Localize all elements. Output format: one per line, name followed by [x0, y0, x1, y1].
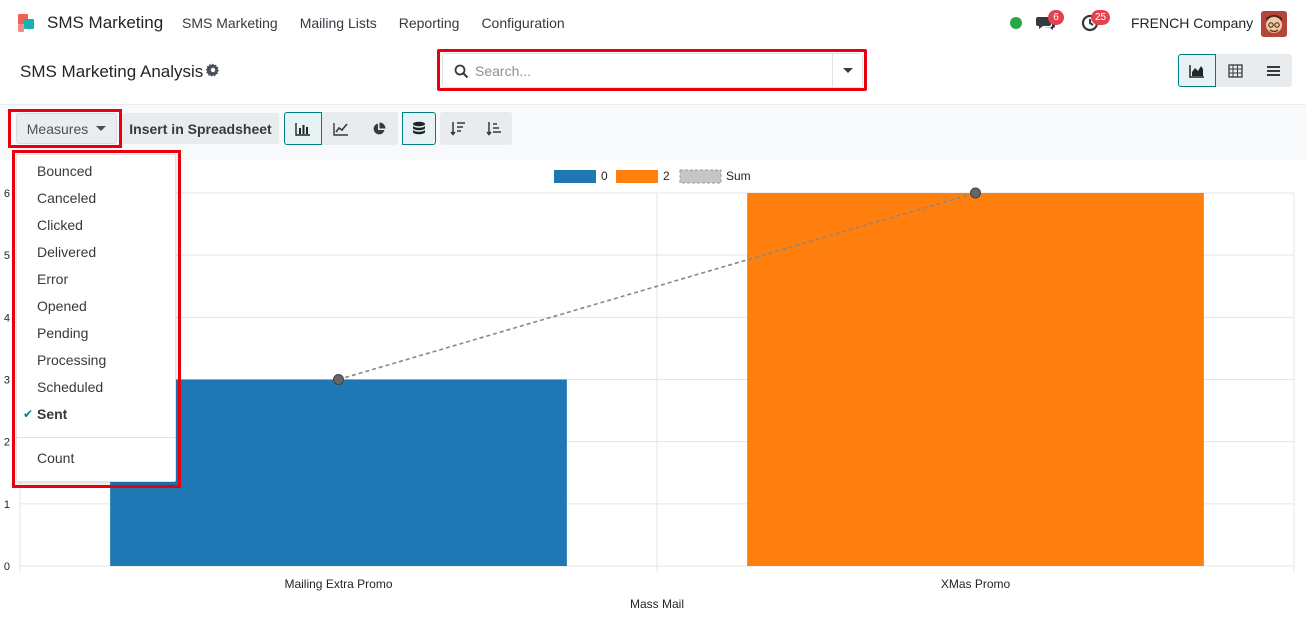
- x-tick-label: Mailing Extra Promo: [284, 577, 392, 591]
- sum-point-0[interactable]: [333, 374, 344, 385]
- area-chart-icon: [1189, 64, 1204, 78]
- list-view-button[interactable]: [1254, 54, 1292, 87]
- measure-item-pending[interactable]: Pending: [17, 320, 175, 347]
- page-title: SMS Marketing Analysis: [20, 62, 204, 81]
- sum-point-1[interactable]: [970, 187, 981, 199]
- menu-mailing-lists[interactable]: Mailing Lists: [300, 15, 377, 31]
- measure-item-label: Canceled: [37, 190, 97, 206]
- graph-view-button[interactable]: [1178, 54, 1216, 87]
- search-box: [442, 53, 863, 88]
- legend-label: Sum: [726, 169, 751, 183]
- line-chart-icon: [333, 122, 348, 136]
- caret-down-icon: [842, 68, 853, 73]
- caret-down-icon: [96, 126, 107, 131]
- measure-item-processing[interactable]: Processing: [17, 347, 175, 374]
- sort-ascending-icon: [486, 122, 501, 136]
- legend-swatch-sum[interactable]: [679, 169, 722, 184]
- measure-item-label: Processing: [37, 352, 107, 368]
- sms-marketing-logo-icon[interactable]: [15, 12, 37, 34]
- y-tick-label: 1: [4, 499, 10, 511]
- bar-chart-button[interactable]: [284, 112, 322, 145]
- chat-count-badge: 6: [1048, 10, 1064, 25]
- table-icon: [1227, 63, 1243, 78]
- measures-label: Measures: [26, 120, 89, 137]
- measure-item-error[interactable]: Error: [17, 266, 175, 293]
- legend-label: 0: [601, 169, 608, 183]
- menu-configuration[interactable]: Configuration: [481, 15, 564, 31]
- legend-label: 2: [663, 169, 670, 183]
- measure-item-label: Pending: [37, 325, 89, 341]
- measure-item-opened[interactable]: Opened: [17, 293, 175, 320]
- y-tick-label: 2: [4, 437, 10, 449]
- measure-item-label: Sent: [37, 406, 68, 422]
- stacked-group: [402, 112, 436, 145]
- user-avatar[interactable]: [1261, 11, 1287, 37]
- sort-descending-icon: [450, 122, 465, 136]
- stacked-button[interactable]: [402, 112, 436, 145]
- presence-status-icon: [1010, 17, 1022, 29]
- sort-group: [440, 112, 512, 145]
- dropdown-divider: [17, 437, 175, 438]
- y-tick-label: 3: [4, 375, 10, 387]
- measure-item-label: Delivered: [37, 244, 97, 260]
- y-tick-label: 5: [4, 250, 10, 262]
- measures-dropdown: Bounced Canceled Clicked Delivered Error Open…: [16, 154, 176, 482]
- measure-item-bounced[interactable]: Bounced: [17, 158, 175, 185]
- check-icon: ✔: [23, 407, 34, 421]
- pie-chart-icon: [373, 122, 386, 134]
- bar-series-2-1[interactable]: [747, 193, 1204, 566]
- y-tick-label: 4: [4, 312, 10, 324]
- menu-sms-marketing[interactable]: SMS Marketing: [182, 15, 278, 31]
- top-navbar: SMS Marketing SMS Marketing Mailing List…: [0, 0, 1306, 46]
- y-tick-label: 6: [4, 188, 10, 200]
- measure-item-label: Scheduled: [37, 379, 104, 395]
- legend-swatch-2[interactable]: [616, 170, 658, 183]
- company-switcher[interactable]: FRENCH Company: [1131, 15, 1253, 31]
- measure-item-label: Bounced: [37, 163, 93, 179]
- insert-in-spreadsheet-button[interactable]: Insert in Spreadsheet: [122, 113, 279, 144]
- menu-reporting[interactable]: Reporting: [399, 15, 460, 31]
- list-icon: [1266, 65, 1280, 76]
- y-tick-label: 0: [4, 561, 10, 573]
- search-icon: [454, 64, 469, 79]
- measure-item-sent[interactable]: ✔ Sent: [17, 401, 175, 428]
- line-chart-button[interactable]: [322, 112, 360, 145]
- database-icon: [413, 121, 425, 135]
- avatar-face-icon: [1261, 11, 1287, 37]
- measure-item-label: Clicked: [37, 217, 83, 233]
- pivot-view-button[interactable]: [1216, 54, 1254, 87]
- measure-item-scheduled[interactable]: Scheduled: [17, 374, 175, 401]
- search-options-toggle[interactable]: [832, 54, 862, 87]
- search-input[interactable]: [475, 60, 825, 82]
- sort-ascending-button[interactable]: [476, 112, 512, 145]
- view-switcher: [1178, 54, 1292, 87]
- bar-chart-icon: [295, 122, 310, 136]
- x-axis-label: Mass Mail: [630, 597, 684, 611]
- legend-swatch-0[interactable]: [554, 170, 596, 183]
- measure-item-canceled[interactable]: Canceled: [17, 185, 175, 212]
- sort-descending-button[interactable]: [440, 112, 476, 145]
- measure-item-label: Error: [37, 271, 69, 287]
- measure-item-delivered[interactable]: Delivered: [17, 239, 175, 266]
- measure-item-label: Opened: [37, 298, 87, 314]
- gear-icon[interactable]: [206, 63, 220, 77]
- activity-count-badge: 25: [1091, 10, 1111, 25]
- measure-item-count[interactable]: Count: [17, 445, 175, 472]
- measure-item-clicked[interactable]: Clicked: [17, 212, 175, 239]
- x-tick-label: XMas Promo: [941, 577, 1011, 591]
- bar-series-0-0[interactable]: [110, 379, 567, 567]
- chart-legend: 0 2 Sum: [554, 169, 751, 184]
- bar-chart: 0 1 2 3 4 5 6 Mailing Extra Promo XMas Promo 0 2 S…: [4, 169, 1295, 611]
- main-menu: SMS Marketing Mailing Lists Reporting Co…: [182, 15, 565, 31]
- app-title[interactable]: SMS Marketing: [47, 13, 163, 33]
- chart-type-group: [284, 112, 398, 145]
- pie-chart-button[interactable]: [360, 112, 398, 145]
- measures-button[interactable]: Measures: [16, 113, 117, 144]
